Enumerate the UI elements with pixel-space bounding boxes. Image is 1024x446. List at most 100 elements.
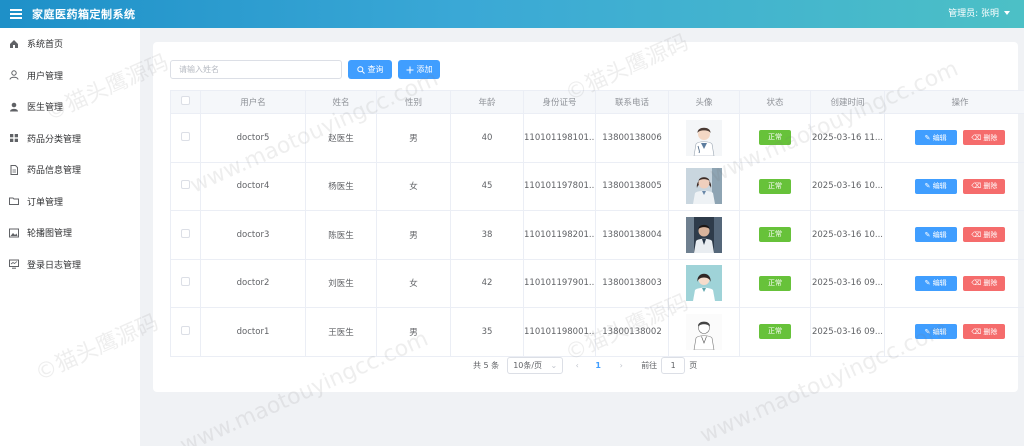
cell-name: 赵医生 [305, 113, 377, 163]
add-button[interactable]: 添加 [398, 60, 440, 79]
select-all-checkbox[interactable] [181, 96, 190, 105]
delete-button[interactable]: ⌫ 删除 [963, 275, 1006, 291]
sidebar-item-label: 用户管理 [27, 71, 64, 82]
sidebar-item-login-log[interactable]: 登录日志管理 [0, 249, 140, 281]
edit-icon: ✎ [924, 230, 931, 239]
table-row: doctor2 刘医生 女 42 110101197901... 1380013… [170, 258, 1024, 308]
trash-icon: ⌫ [971, 133, 982, 142]
table-row: doctor4 杨医生 女 45 110101197801... 1380013… [170, 161, 1024, 211]
table-row: doctor5 赵医生 男 40 110101198101... 1380013… [170, 113, 1024, 163]
table-header-row: 用户名 姓名 性别 年龄 身份证号 联系电话 头像 状态 创建时间 操作 [170, 90, 1024, 114]
app-title: 家庭医药箱定制系统 [32, 8, 136, 21]
cell-username: doctor2 [200, 258, 306, 308]
row-checkbox[interactable] [181, 131, 190, 141]
delete-label: 删除 [983, 327, 998, 336]
delete-button[interactable]: ⌫ 删除 [963, 130, 1006, 146]
sidebar: 系统首页 用户管理 医生管理 药品分类管理 药品信息管理 订单管理 轮播图管理 … [0, 28, 140, 446]
query-button[interactable]: 查询 [348, 60, 392, 79]
sidebar-item-label: 登录日志管理 [27, 260, 82, 271]
sidebar-item-drug-info[interactable]: 药品信息管理 [0, 154, 140, 186]
page-number[interactable]: 1 [589, 361, 607, 370]
row-checkbox[interactable] [181, 277, 190, 287]
sidebar-item-orders[interactable]: 订单管理 [0, 186, 140, 218]
cell-gender: 男 [376, 210, 451, 260]
page-size-select[interactable]: 10条/页 ⌄ [507, 357, 564, 374]
status-badge: 正常 [759, 275, 791, 291]
user-outline-icon [9, 70, 19, 80]
sidebar-item-home[interactable]: 系统首页 [0, 28, 140, 60]
edit-label: 编辑 [932, 279, 947, 288]
sidebar-item-doctors[interactable]: 医生管理 [0, 91, 140, 123]
edit-button[interactable]: ✎ 编辑 [914, 275, 957, 291]
cell-age: 40 [450, 113, 524, 163]
row-checkbox[interactable] [181, 180, 190, 190]
cell-age: 35 [450, 307, 524, 357]
prev-page-icon[interactable]: ‹ [569, 361, 585, 370]
total-count: 共 5 条 [473, 361, 500, 370]
sidebar-item-users[interactable]: 用户管理 [0, 60, 140, 92]
doctor-table: 用户名 姓名 性别 年龄 身份证号 联系电话 头像 状态 创建时间 操作 doc… [170, 90, 1024, 357]
avatar[interactable] [686, 216, 722, 253]
avatar[interactable] [686, 313, 722, 350]
cell-username: doctor1 [200, 307, 306, 357]
column-header: 操作 [884, 90, 1024, 114]
page-size-value: 10条/页 [513, 361, 543, 370]
cell-username: doctor3 [200, 210, 306, 260]
delete-button[interactable]: ⌫ 删除 [963, 324, 1006, 340]
avatar[interactable] [686, 168, 722, 205]
status-badge: 正常 [759, 324, 791, 340]
column-header: 创建时间 [810, 90, 885, 114]
row-checkbox[interactable] [181, 228, 190, 238]
menu-toggle-icon[interactable] [10, 9, 22, 19]
edit-button[interactable]: ✎ 编辑 [914, 324, 957, 340]
select-all-cell[interactable] [170, 90, 201, 114]
table-row: doctor1 王医生 男 35 110101198001... 1380013… [170, 307, 1024, 357]
status-badge: 正常 [759, 130, 791, 146]
sidebar-item-drug-category[interactable]: 药品分类管理 [0, 123, 140, 155]
sidebar-item-label: 医生管理 [27, 103, 64, 114]
toolbar: 查询 添加 [170, 60, 440, 79]
edit-icon: ✎ [924, 182, 931, 191]
cell-username: doctor4 [200, 161, 306, 211]
cell-id-card: 110101197901... [523, 258, 596, 308]
column-header: 联系电话 [595, 90, 669, 114]
search-input[interactable] [170, 60, 342, 79]
edit-label: 编辑 [932, 182, 947, 191]
caret-down-icon [1004, 10, 1010, 15]
cell-phone: 13800138006 [595, 113, 669, 163]
edit-button[interactable]: ✎ 编辑 [914, 130, 957, 146]
cell-name: 王医生 [305, 307, 377, 357]
sidebar-item-label: 系统首页 [27, 40, 64, 51]
cell-gender: 女 [376, 161, 451, 211]
avatar[interactable] [686, 119, 722, 156]
column-header: 用户名 [200, 90, 306, 114]
user-menu[interactable]: 管理员: 张明 [948, 6, 1010, 19]
cell-age: 42 [450, 258, 524, 308]
edit-button[interactable]: ✎ 编辑 [914, 227, 957, 243]
search-icon [356, 65, 365, 74]
cell-gender: 男 [376, 113, 451, 163]
cell-id-card: 110101198201... [523, 210, 596, 260]
cell-age: 38 [450, 210, 524, 260]
edit-button[interactable]: ✎ 编辑 [914, 178, 957, 194]
column-header: 身份证号 [523, 90, 596, 114]
edit-icon: ✎ [924, 279, 931, 288]
delete-button[interactable]: ⌫ 删除 [963, 227, 1006, 243]
cell-created: 2025-03-16 10... [810, 161, 885, 211]
column-header: 头像 [668, 90, 740, 114]
delete-button[interactable]: ⌫ 删除 [963, 178, 1006, 194]
column-header: 年龄 [450, 90, 524, 114]
row-checkbox[interactable] [181, 325, 190, 335]
cell-phone: 13800138004 [595, 210, 669, 260]
goto-prefix: 前往 [641, 361, 658, 370]
sidebar-item-carousel[interactable]: 轮播图管理 [0, 217, 140, 249]
delete-label: 删除 [983, 182, 998, 191]
goto-page-input[interactable] [661, 357, 686, 374]
cell-created: 2025-03-16 10... [810, 210, 885, 260]
cell-name: 陈医生 [305, 210, 377, 260]
sidebar-item-label: 订单管理 [27, 197, 64, 208]
edit-label: 编辑 [932, 133, 947, 142]
next-page-icon[interactable]: › [613, 361, 629, 370]
cell-gender: 女 [376, 258, 451, 308]
avatar[interactable] [686, 265, 722, 302]
